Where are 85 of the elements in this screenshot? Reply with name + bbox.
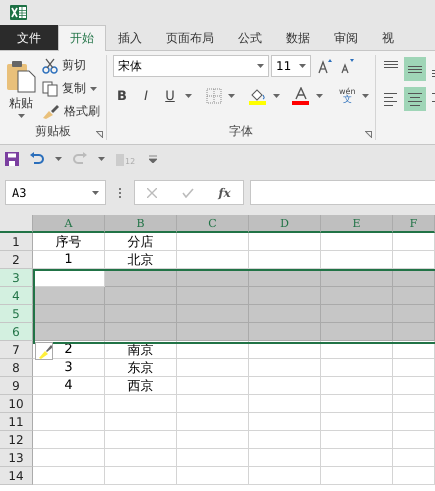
dropdown-caret-icon[interactable]	[362, 94, 369, 98]
table-cell[interactable]: 北京	[105, 251, 177, 269]
dropdown-caret-icon[interactable]	[299, 64, 306, 68]
select-all-corner[interactable]	[0, 215, 33, 233]
paste-options-icon[interactable]	[35, 342, 53, 360]
row-header[interactable]: 8	[0, 359, 33, 377]
clipboard-icon	[6, 59, 36, 93]
table-cell[interactable]: 东京	[105, 359, 177, 377]
increase-font-size-icon[interactable]	[317, 58, 333, 74]
row-header[interactable]: 2	[0, 251, 33, 269]
cut-button[interactable]: 剪切	[42, 55, 100, 76]
row-header[interactable]: 11	[0, 413, 33, 431]
phonetic-guide-button[interactable]: wén 文	[339, 88, 356, 104]
row-header[interactable]: 1	[0, 233, 33, 251]
align-left-icon	[384, 92, 398, 106]
font-color-icon[interactable]	[292, 87, 310, 105]
redo-icon[interactable]	[72, 152, 88, 166]
table-cell[interactable]: 分店	[105, 233, 177, 251]
align-top-icon	[384, 61, 398, 68]
table-cell[interactable]: 序号	[33, 233, 105, 251]
group-label: 剪贴板	[35, 123, 71, 140]
customize-toolbar-icon[interactable]	[149, 154, 158, 162]
row-header[interactable]: 6	[0, 323, 33, 341]
copy-icon	[42, 80, 58, 96]
table-cell[interactable]: 4	[33, 377, 105, 395]
italic-button[interactable]: I	[137, 88, 155, 104]
align-center-icon	[408, 92, 422, 106]
dropdown-caret-icon[interactable]	[316, 94, 323, 98]
table-cell[interactable]: 3	[33, 359, 105, 377]
fill-color-icon[interactable]	[249, 87, 267, 105]
dropdown-caret-icon[interactable]	[55, 156, 62, 160]
row-header[interactable]: 3	[0, 269, 33, 287]
dropdown-caret-icon[interactable]	[18, 114, 24, 118]
spreadsheet-app-icon	[10, 5, 27, 20]
decrease-font-size-icon[interactable]	[339, 58, 355, 74]
paintbrush-icon	[42, 104, 60, 120]
scissors-icon	[42, 58, 58, 74]
table-cell[interactable]: 西京	[105, 377, 177, 395]
file-tab[interactable]: 文件	[0, 25, 58, 50]
ribbon-tab[interactable]: 视	[370, 25, 406, 50]
ribbon-tab[interactable]: 公式	[226, 25, 274, 50]
cancel-icon[interactable]	[147, 188, 158, 198]
group-label: 字体	[228, 123, 253, 140]
underline-button[interactable]: U	[161, 88, 179, 104]
dropdown-caret-icon[interactable]	[98, 156, 105, 160]
save-icon[interactable]	[5, 152, 19, 166]
ribbon-tab[interactable]: 数据	[274, 25, 322, 50]
align-middle-icon	[408, 66, 422, 72]
row-header[interactable]: 10	[0, 395, 33, 413]
ribbon-tab[interactable]: 插入	[106, 25, 154, 50]
dropdown-caret-icon[interactable]	[185, 94, 192, 98]
dropdown-caret-icon[interactable]	[273, 94, 280, 98]
more-icon[interactable]	[118, 186, 122, 198]
ribbon-tab[interactable]: 页面布局	[154, 25, 226, 50]
check-icon[interactable]	[182, 188, 194, 198]
row-header[interactable]: 12	[0, 431, 33, 449]
font-size-field[interactable]: 11	[271, 55, 311, 77]
ribbon-tab[interactable]: 审阅	[322, 25, 370, 50]
insert-function-button[interactable]: fx	[218, 186, 231, 200]
dropdown-caret-icon[interactable]	[90, 86, 97, 90]
name-box[interactable]: A3	[5, 180, 106, 205]
dialog-launcher-icon[interactable]	[96, 131, 103, 138]
dropdown-caret-icon[interactable]	[92, 190, 99, 194]
undo-icon[interactable]	[29, 152, 45, 166]
row-header[interactable]: 9	[0, 377, 33, 395]
row-header[interactable]: 7	[0, 341, 33, 359]
formula-input[interactable]	[250, 180, 435, 205]
clipboard-icon	[115, 152, 125, 166]
row-header[interactable]: 13	[0, 449, 33, 467]
dropdown-caret-icon[interactable]	[228, 94, 235, 98]
font-name-field[interactable]: 宋体	[113, 55, 269, 77]
dialog-launcher-icon[interactable]	[364, 131, 372, 138]
row-header[interactable]: 5	[0, 305, 33, 323]
row-header[interactable]: 14	[0, 467, 33, 485]
dropdown-caret-icon[interactable]	[257, 64, 264, 68]
row-header[interactable]: 4	[0, 287, 33, 305]
paste-button[interactable]: 粘贴	[6, 55, 36, 123]
borders-icon[interactable]	[206, 88, 222, 104]
align-center-button[interactable]	[404, 87, 426, 111]
align-middle-button[interactable]	[404, 57, 426, 81]
ribbon-tab[interactable]: 开始	[58, 25, 106, 51]
copy-button[interactable]: 复制	[42, 78, 100, 99]
bold-button[interactable]: B	[113, 88, 131, 104]
table-cell[interactable]: 1	[33, 251, 105, 269]
format-painter-button[interactable]: 格式刷	[42, 101, 100, 122]
